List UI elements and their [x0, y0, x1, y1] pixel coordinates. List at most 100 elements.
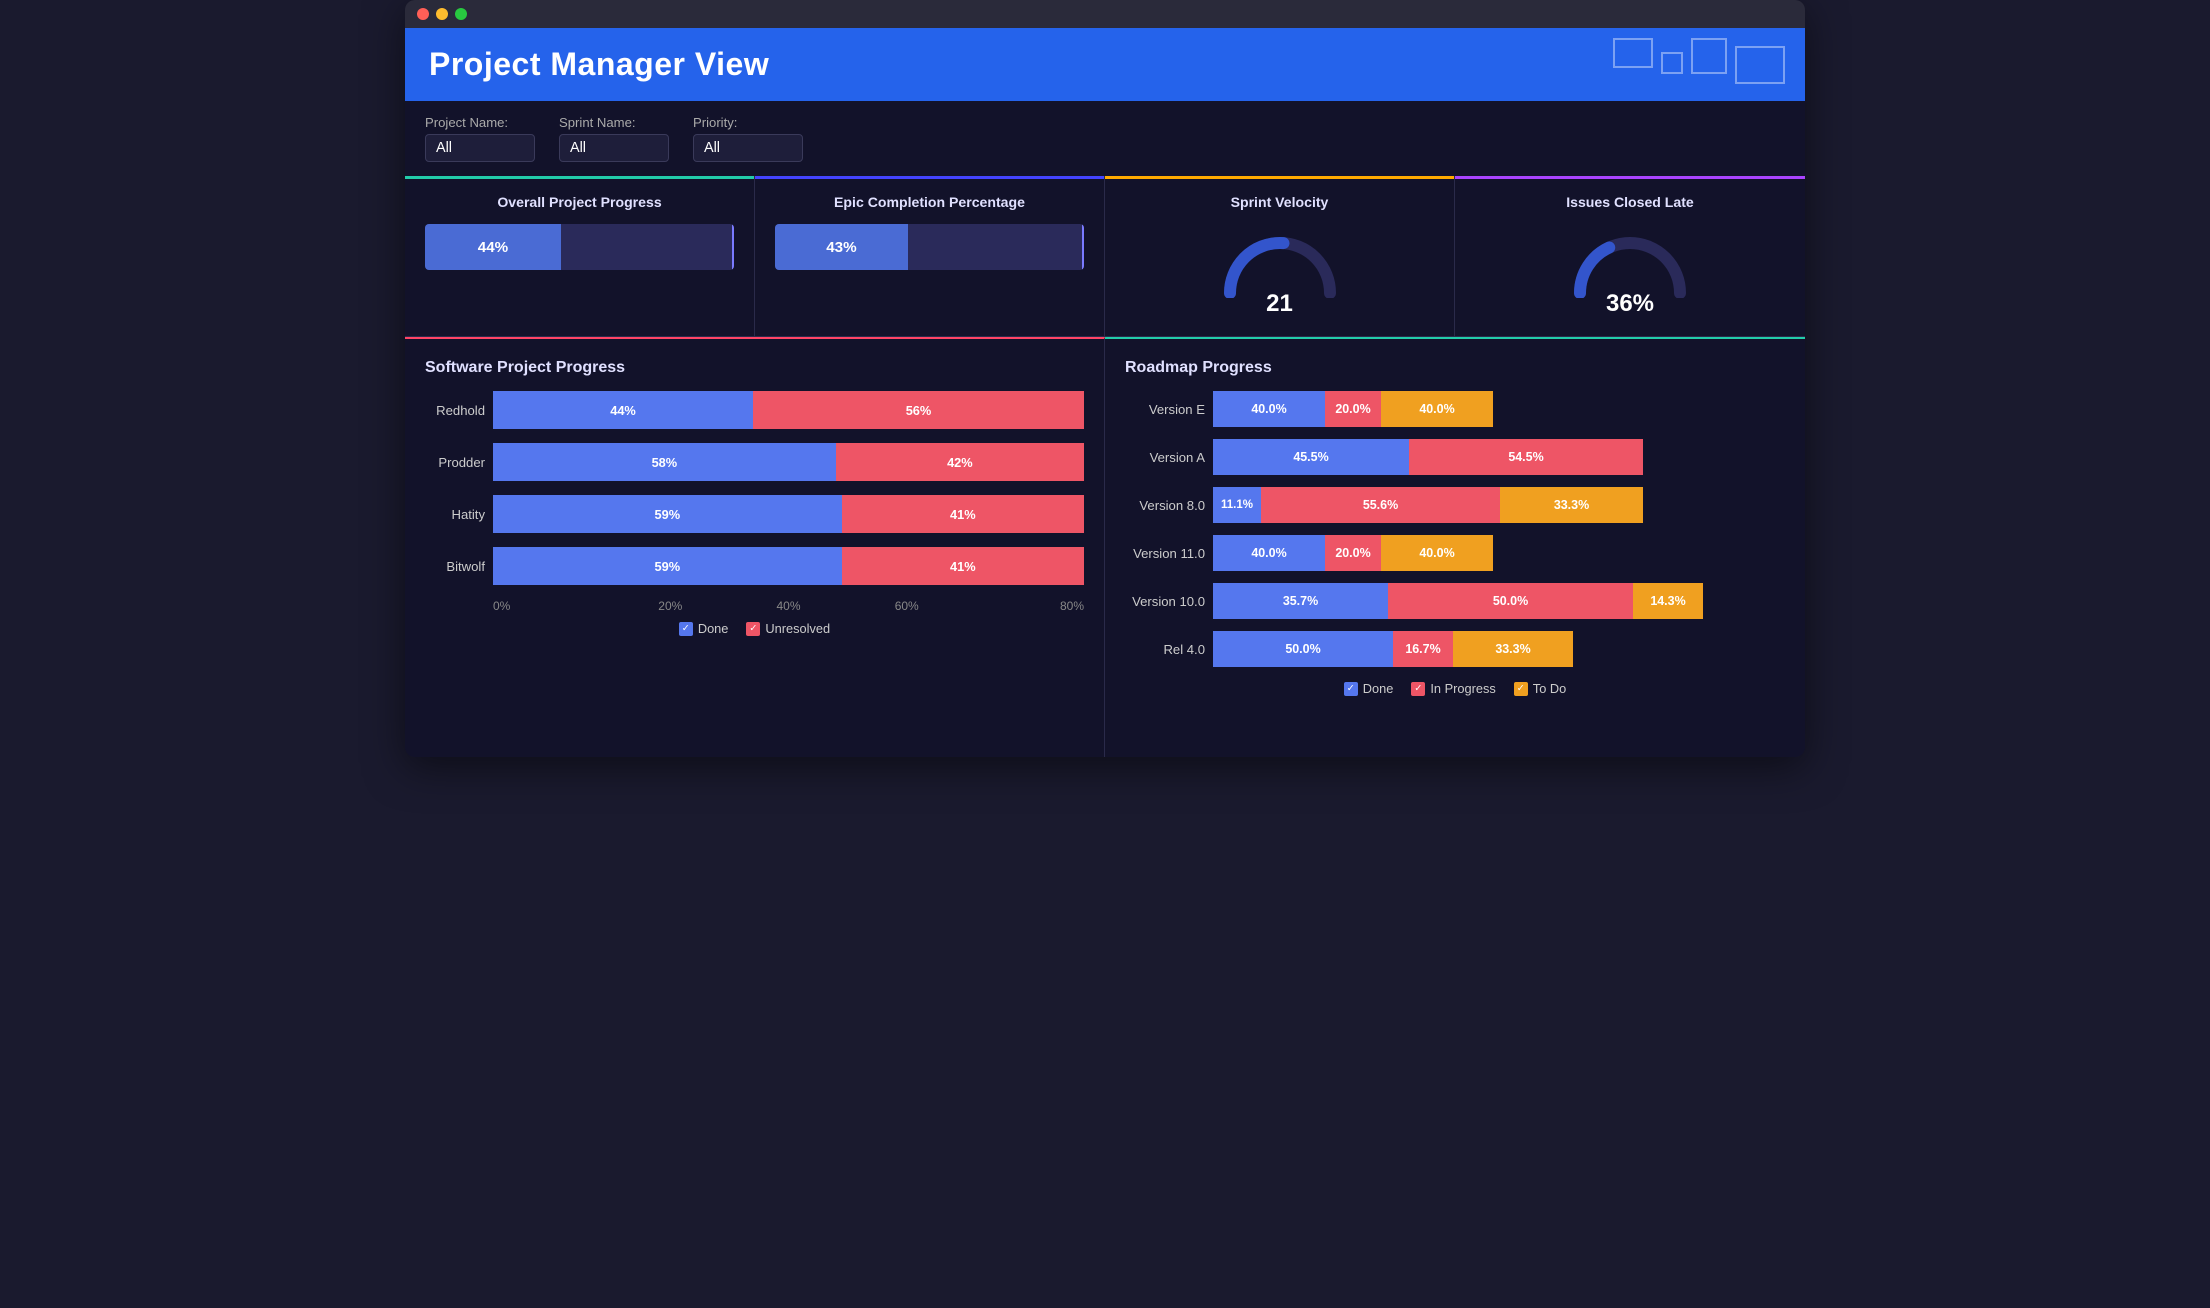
- bar-redhold: 44% 56%: [493, 391, 1084, 429]
- kpi-border-issues: [1455, 176, 1805, 179]
- rel4-done: 50.0%: [1213, 631, 1393, 667]
- roadmap-bars-version8: 11.1% 55.6% 33.3%: [1213, 487, 1643, 523]
- legend-done-label: Done: [1363, 681, 1394, 696]
- versione-inprogress: 20.0%: [1325, 391, 1381, 427]
- roadmap-label-versione: Version E: [1125, 402, 1205, 417]
- bar-label-redhold: Redhold: [425, 403, 485, 418]
- roadmap-label-version10: Version 10.0: [1125, 594, 1205, 609]
- todo-icon: ✓: [1514, 682, 1528, 696]
- priority-label: Priority:: [693, 115, 803, 130]
- roadmap-label-rel4: Rel 4.0: [1125, 642, 1205, 657]
- done-icon: ✓: [1344, 682, 1358, 696]
- legend-todo: ✓ To Do: [1514, 681, 1566, 696]
- versiona-inprogress: 54.5%: [1409, 439, 1643, 475]
- kpi-issues-closed-late: Issues Closed Late 36%: [1455, 176, 1805, 336]
- table-row: Version 8.0 11.1% 55.6% 33.3%: [1125, 487, 1785, 523]
- bar-prodder: 58% 42%: [493, 443, 1084, 481]
- priority-select[interactable]: All: [693, 134, 803, 162]
- roadmap-label-versiona: Version A: [1125, 450, 1205, 465]
- epic-progress-border: [1082, 224, 1084, 270]
- axis-tick: 20%: [611, 599, 729, 613]
- legend-inprogress: ✓ In Progress: [1411, 681, 1495, 696]
- software-hbar-chart: Redhold 44% 56% Prodder 58% 42% Ha: [425, 391, 1084, 636]
- priority-filter: Priority: All: [693, 115, 803, 162]
- issues-closed-svg: [1570, 228, 1690, 298]
- issues-closed-value: 36%: [1606, 290, 1654, 318]
- project-name-select[interactable]: All: [425, 134, 535, 162]
- overall-progress-border: [732, 224, 734, 270]
- version8-todo: 33.3%: [1500, 487, 1643, 523]
- deco-rect-1: [1613, 38, 1653, 68]
- kpi-border-epic: [755, 176, 1104, 179]
- legend-inprogress-label: In Progress: [1430, 681, 1495, 696]
- table-row: Version 10.0 35.7% 50.0% 14.3%: [1125, 583, 1785, 619]
- software-progress-panel: Software Project Progress Redhold 44% 56…: [405, 337, 1105, 757]
- roadmap-chart: Version E 40.0% 20.0% 40.0% Version A 45…: [1125, 391, 1785, 667]
- bar-hatity-unresolved: 41%: [842, 495, 1084, 533]
- kpi-sprint-velocity: Sprint Velocity 21: [1105, 176, 1455, 336]
- title-bar: [405, 0, 1805, 28]
- version8-inprogress: 55.6%: [1261, 487, 1500, 523]
- deco-rect-3: [1691, 38, 1727, 74]
- roadmap-progress-panel: Roadmap Progress Version E 40.0% 20.0% 4…: [1105, 337, 1805, 757]
- bar-hatity-done: 59%: [493, 495, 842, 533]
- sprint-velocity-svg: [1220, 228, 1340, 298]
- kpi-border-overall: [405, 176, 754, 179]
- bar-bitwolf: 59% 41%: [493, 547, 1084, 585]
- kpi-border-sprint: [1105, 176, 1454, 179]
- bar-label-prodder: Prodder: [425, 455, 485, 470]
- header: Project Manager View: [405, 28, 1805, 101]
- table-row: Version 11.0 40.0% 20.0% 40.0%: [1125, 535, 1785, 571]
- app-window: Project Manager View Project Name: All S…: [405, 0, 1805, 757]
- rel4-todo: 33.3%: [1453, 631, 1573, 667]
- roadmap-bars-rel4: 50.0% 16.7% 33.3%: [1213, 631, 1573, 667]
- sprint-velocity-gauge: 21: [1125, 224, 1434, 318]
- epic-progress-value: 43%: [826, 239, 856, 256]
- sprint-name-filter: Sprint Name: All: [559, 115, 669, 162]
- legend-done: ✓ Done: [1344, 681, 1394, 696]
- legend-unresolved-label: Unresolved: [765, 621, 830, 636]
- kpi-overall-progress: Overall Project Progress 44%: [405, 176, 755, 336]
- page-title: Project Manager View: [429, 46, 1781, 83]
- version11-todo: 40.0%: [1381, 535, 1493, 571]
- versione-done: 40.0%: [1213, 391, 1325, 427]
- software-progress-title: Software Project Progress: [425, 359, 1084, 377]
- inprogress-icon: ✓: [1411, 682, 1425, 696]
- close-button[interactable]: [417, 8, 429, 20]
- versiona-done: 45.5%: [1213, 439, 1409, 475]
- table-row: Version A 45.5% 54.5%: [1125, 439, 1785, 475]
- epic-progress-bar-container: 43%: [775, 224, 1084, 270]
- sprint-velocity-value: 21: [1266, 290, 1293, 318]
- bar-prodder-done: 58%: [493, 443, 836, 481]
- kpi-sprint-title: Sprint Velocity: [1125, 194, 1434, 210]
- roadmap-legend: ✓ Done ✓ In Progress ✓ To Do: [1125, 681, 1785, 696]
- kpi-overall-title: Overall Project Progress: [425, 194, 734, 210]
- maximize-button[interactable]: [455, 8, 467, 20]
- versione-todo: 40.0%: [1381, 391, 1493, 427]
- version11-done: 40.0%: [1213, 535, 1325, 571]
- minimize-button[interactable]: [436, 8, 448, 20]
- project-name-filter: Project Name: All: [425, 115, 535, 162]
- legend-done: ✓ Done: [679, 621, 729, 636]
- done-icon: ✓: [679, 622, 693, 636]
- version10-done: 35.7%: [1213, 583, 1388, 619]
- roadmap-bars-version10: 35.7% 50.0% 14.3%: [1213, 583, 1703, 619]
- legend-done-label: Done: [698, 621, 729, 636]
- axis-tick: 40%: [729, 599, 847, 613]
- roadmap-progress-title: Roadmap Progress: [1125, 359, 1785, 377]
- bar-label-bitwolf: Bitwolf: [425, 559, 485, 574]
- roadmap-bars-versione: 40.0% 20.0% 40.0%: [1213, 391, 1493, 427]
- legend-todo-label: To Do: [1533, 681, 1566, 696]
- axis-tick: 60%: [848, 599, 966, 613]
- roadmap-label-version8: Version 8.0: [1125, 498, 1205, 513]
- legend-unresolved: ✓ Unresolved: [746, 621, 830, 636]
- version10-todo: 14.3%: [1633, 583, 1703, 619]
- bar-bitwolf-unresolved: 41%: [842, 547, 1084, 585]
- version8-done: 11.1%: [1213, 487, 1261, 523]
- sprint-name-select[interactable]: All: [559, 134, 669, 162]
- table-row: Redhold 44% 56%: [425, 391, 1084, 429]
- bar-redhold-unresolved: 56%: [753, 391, 1084, 429]
- table-row: Bitwolf 59% 41%: [425, 547, 1084, 585]
- bar-hatity: 59% 41%: [493, 495, 1084, 533]
- epic-progress-bar-fill: 43%: [775, 224, 908, 270]
